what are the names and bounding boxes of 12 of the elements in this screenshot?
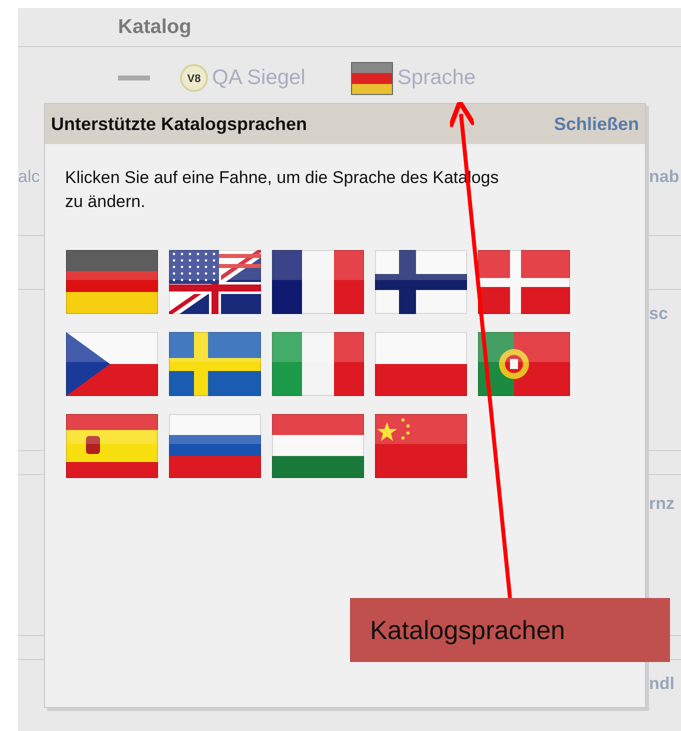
popup-title: Unterstützte Katalogsprachen [51,114,308,134]
seal-icon: V8 [180,64,208,92]
close-link[interactable]: Schließen [554,114,639,134]
toolbar-label[interactable]: QA Siegel [212,66,306,90]
list-text: alc [18,167,40,187]
toolbar-label[interactable]: Sprache [397,66,476,90]
list-text: ndl [649,674,674,694]
list-text: rnz [649,494,674,514]
list-text: sc [649,304,668,324]
section-title: Katalog [118,16,192,38]
list-text: nab [649,167,680,187]
callout-label: Katalogsprachen [350,598,670,662]
